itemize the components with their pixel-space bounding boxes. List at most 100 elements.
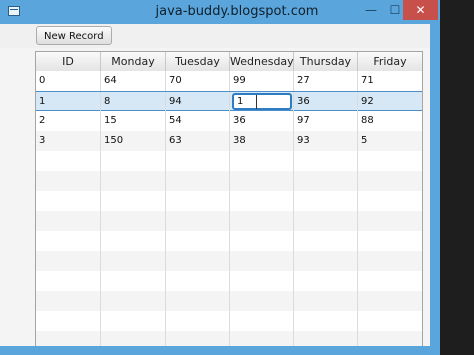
empty-cell (230, 151, 294, 171)
empty-cell (294, 171, 358, 191)
empty-table-row (36, 211, 422, 231)
empty-cell (166, 191, 230, 211)
table-row-selected[interactable]: 1 8 94 1 36 92 (36, 91, 422, 112)
cell-wednesday[interactable]: 36 (230, 111, 294, 131)
empty-cell (166, 291, 230, 311)
empty-cell (358, 271, 422, 291)
column-header-thursday[interactable]: Thursday (294, 52, 358, 71)
empty-cell (230, 211, 294, 231)
cell-id[interactable]: 0 (36, 71, 101, 91)
cell-thursday[interactable]: 93 (294, 131, 358, 151)
cell-id[interactable]: 1 (36, 92, 101, 112)
empty-cell (294, 191, 358, 211)
empty-cell (358, 211, 422, 231)
text-cursor-icon (256, 95, 257, 109)
empty-cell (294, 251, 358, 271)
cell-thursday[interactable]: 27 (294, 71, 358, 91)
empty-cell (101, 151, 166, 171)
empty-cell (101, 251, 166, 271)
empty-cell (358, 171, 422, 191)
empty-cell (101, 191, 166, 211)
empty-cell (36, 251, 101, 271)
empty-cell (358, 291, 422, 311)
cell-thursday[interactable]: 97 (294, 111, 358, 131)
empty-cell (166, 311, 230, 331)
empty-cell (166, 171, 230, 191)
empty-cell (294, 271, 358, 291)
empty-cell (166, 251, 230, 271)
new-record-button[interactable]: New Record (36, 26, 112, 45)
empty-cell (294, 151, 358, 171)
toolbar: New Record (0, 24, 430, 48)
empty-cell (358, 191, 422, 211)
empty-cell (36, 211, 101, 231)
window-frame-bottom (0, 346, 430, 355)
empty-cell (358, 151, 422, 171)
empty-table-row (36, 171, 422, 191)
cell-id[interactable]: 3 (36, 131, 101, 151)
empty-cell (36, 151, 101, 171)
empty-cell (101, 271, 166, 291)
cell-editor-input[interactable]: 1 (232, 93, 292, 110)
application-window: java-buddy.blogspot.com — ☐ ✕ New Record… (0, 0, 474, 355)
column-header-friday[interactable]: Friday (358, 52, 422, 71)
empty-table-row (36, 231, 422, 251)
cell-tuesday[interactable]: 70 (166, 71, 230, 91)
cell-friday[interactable]: 88 (358, 111, 422, 131)
empty-cell (230, 171, 294, 191)
empty-cell (101, 311, 166, 331)
window-content: New Record ID Monday Tuesday Wednesday T… (0, 24, 430, 355)
empty-table-row (36, 151, 422, 171)
cell-monday[interactable]: 15 (101, 111, 166, 131)
table-header: ID Monday Tuesday Wednesday Thursday Fri… (36, 52, 422, 72)
table-row[interactable]: 2 15 54 36 97 88 (36, 111, 422, 131)
cell-friday[interactable]: 5 (358, 131, 422, 151)
empty-table-row (36, 311, 422, 331)
empty-cell (166, 271, 230, 291)
empty-cell (101, 171, 166, 191)
column-header-tuesday[interactable]: Tuesday (166, 52, 230, 71)
table-row[interactable]: 3 150 63 38 93 5 (36, 131, 422, 151)
empty-cell (294, 211, 358, 231)
close-button[interactable]: ✕ (403, 0, 438, 20)
desktop-background (440, 0, 474, 355)
empty-cell (36, 191, 101, 211)
column-header-wednesday[interactable]: Wednesday (230, 52, 294, 71)
cell-wednesday[interactable]: 99 (230, 71, 294, 91)
empty-cell (230, 311, 294, 331)
cell-monday[interactable]: 8 (101, 92, 166, 112)
empty-cell (294, 291, 358, 311)
empty-cell (230, 191, 294, 211)
empty-cell (230, 251, 294, 271)
empty-table-row (36, 271, 422, 291)
empty-cell (101, 291, 166, 311)
column-header-monday[interactable]: Monday (101, 52, 166, 71)
cell-tuesday[interactable]: 63 (166, 131, 230, 151)
empty-cell (358, 311, 422, 331)
empty-cell (230, 271, 294, 291)
empty-cell (358, 251, 422, 271)
cell-friday[interactable]: 92 (358, 92, 422, 112)
empty-cell (101, 211, 166, 231)
column-header-id[interactable]: ID (36, 52, 101, 71)
empty-cell (294, 311, 358, 331)
empty-cell (166, 231, 230, 251)
title-bar[interactable]: java-buddy.blogspot.com — ☐ ✕ (0, 0, 474, 24)
empty-cell (36, 271, 101, 291)
empty-cell (358, 231, 422, 251)
empty-cell (166, 151, 230, 171)
table-row[interactable]: 0 64 70 99 27 71 (36, 71, 422, 91)
empty-cell (36, 311, 101, 331)
data-table: ID Monday Tuesday Wednesday Thursday Fri… (35, 51, 423, 355)
cell-friday[interactable]: 71 (358, 71, 422, 91)
cell-id[interactable]: 2 (36, 111, 101, 131)
minimize-button[interactable]: — (360, 0, 382, 20)
cell-thursday[interactable]: 36 (294, 92, 358, 112)
cell-monday[interactable]: 64 (101, 71, 166, 91)
cell-wednesday[interactable]: 38 (230, 131, 294, 151)
empty-cell (230, 291, 294, 311)
cell-tuesday[interactable]: 94 (166, 92, 230, 112)
window-frame-right (430, 24, 440, 355)
cell-monday[interactable]: 150 (101, 131, 166, 151)
cell-tuesday[interactable]: 54 (166, 111, 230, 131)
